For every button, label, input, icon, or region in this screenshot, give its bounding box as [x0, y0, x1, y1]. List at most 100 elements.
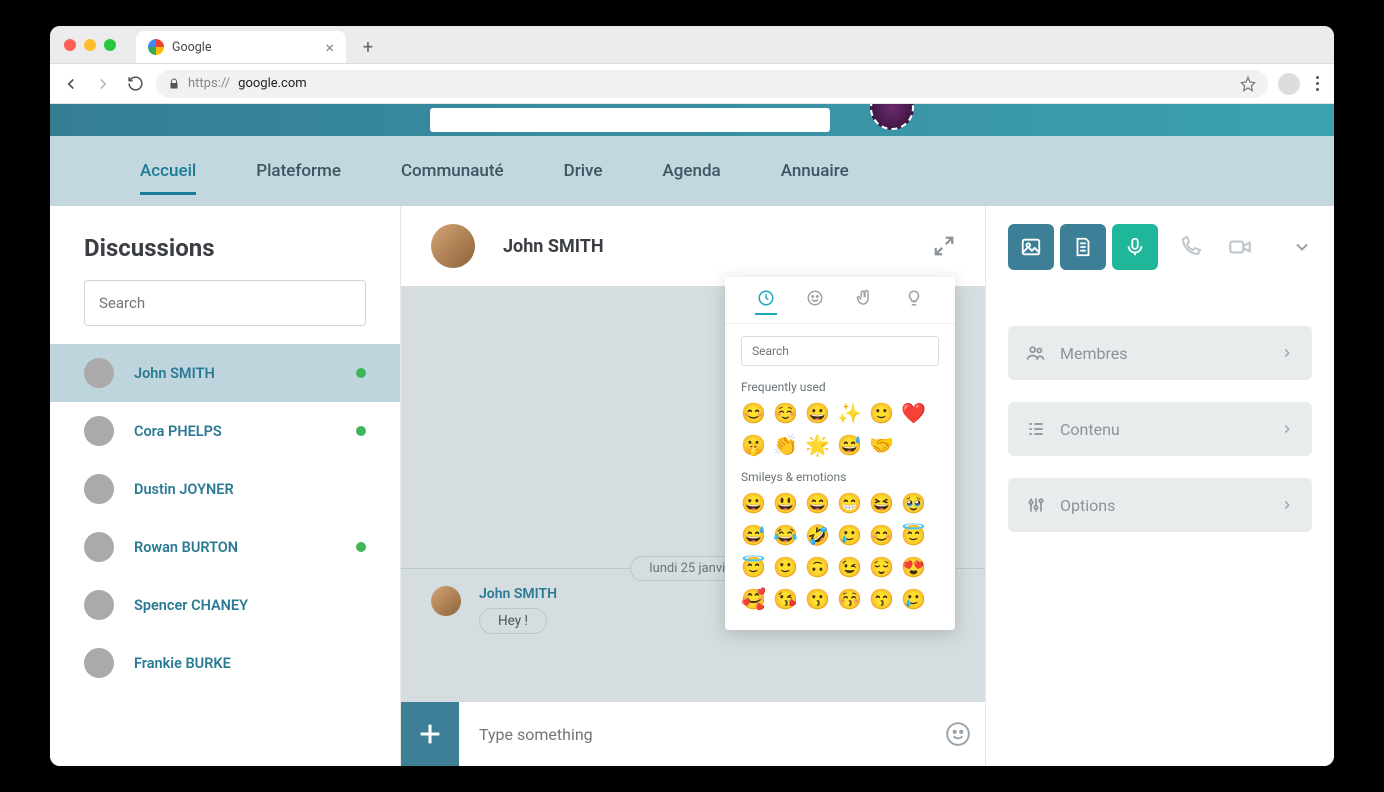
- video-button[interactable]: [1222, 229, 1258, 265]
- maximize-window-button[interactable]: [104, 39, 116, 51]
- emoji-item[interactable]: 🙂: [773, 554, 797, 580]
- chevron-right-icon: [1280, 346, 1294, 360]
- nav-communaute[interactable]: Communauté: [371, 151, 534, 191]
- sidebar-search-input[interactable]: [99, 294, 351, 312]
- profile-avatar[interactable]: [1278, 73, 1300, 95]
- close-tab-button[interactable]: ×: [325, 38, 334, 57]
- chat-header: John SMITH: [401, 206, 985, 286]
- emoji-grid-smileys: 😀 😃 😄 😁 😆 🥹 😅 😂 🤣 🥲 😊 😇 😇 🙂 🙃 😉 😌 😍 🥰 😘 😗 😚 😙 🥲: [725, 488, 955, 618]
- emoji-item[interactable]: 😉: [837, 554, 861, 580]
- nav-annuaire[interactable]: Annuaire: [751, 151, 879, 191]
- status-online-icon: [356, 426, 366, 436]
- emoji-item[interactable]: 😇: [741, 554, 765, 580]
- reload-button[interactable]: [124, 73, 146, 95]
- emoji-item[interactable]: 🙃: [805, 554, 829, 580]
- emoji-item[interactable]: 😗: [805, 586, 829, 612]
- emoji-item[interactable]: ☺️: [773, 400, 797, 426]
- members-icon: [1026, 343, 1046, 363]
- google-favicon: [148, 39, 164, 55]
- contact-row[interactable]: Dustin JOYNER: [50, 460, 400, 518]
- emoji-item[interactable]: 🥹: [901, 490, 925, 516]
- topband-avatar[interactable]: [870, 104, 914, 130]
- panel-members[interactable]: Membres: [1008, 326, 1312, 380]
- panel-options[interactable]: Options: [1008, 478, 1312, 532]
- window-controls: [64, 39, 116, 51]
- emoji-item[interactable]: 😄: [805, 490, 829, 516]
- emoji-item[interactable]: 😅: [741, 522, 765, 548]
- bookmark-star-icon[interactable]: [1240, 76, 1256, 92]
- emoji-tab-smileys[interactable]: [804, 289, 826, 315]
- emoji-item[interactable]: 🌟: [805, 432, 829, 458]
- topband-search[interactable]: [430, 108, 830, 132]
- emoji-item[interactable]: 😊: [741, 400, 765, 426]
- emoji-item[interactable]: 🤫: [741, 432, 765, 458]
- emoji-item[interactable]: 🙂: [869, 400, 893, 426]
- emoji-item[interactable]: 🥰: [741, 586, 765, 612]
- back-button[interactable]: [60, 73, 82, 95]
- emoji-tab-gestures[interactable]: [854, 289, 876, 315]
- emoji-tab-recent[interactable]: [755, 289, 777, 315]
- minimize-window-button[interactable]: [84, 39, 96, 51]
- contact-row[interactable]: Spencer CHANEY: [50, 576, 400, 634]
- forward-button[interactable]: [92, 73, 114, 95]
- avatar: [84, 590, 114, 620]
- panel-content[interactable]: Contenu: [1008, 402, 1312, 456]
- address-bar[interactable]: https://google.com: [156, 70, 1268, 98]
- emoji-item[interactable]: ❤️: [901, 400, 925, 426]
- emoji-item[interactable]: 😁: [837, 490, 861, 516]
- nav-drive[interactable]: Drive: [534, 151, 633, 191]
- contact-row[interactable]: Cora PHELPS: [50, 402, 400, 460]
- emoji-item[interactable]: 😌: [869, 554, 893, 580]
- attach-button[interactable]: [401, 702, 459, 766]
- emoji-item[interactable]: ✨: [837, 400, 861, 426]
- emoji-item[interactable]: 👏: [773, 432, 797, 458]
- sidebar-search[interactable]: [84, 280, 366, 326]
- image-button[interactable]: [1008, 224, 1054, 270]
- emoji-item[interactable]: 😙: [869, 586, 893, 612]
- emoji-item[interactable]: 😀: [805, 400, 829, 426]
- emoji-item[interactable]: 😆: [869, 490, 893, 516]
- close-window-button[interactable]: [64, 39, 76, 51]
- nav-accueil[interactable]: Accueil: [110, 151, 226, 191]
- emoji-item[interactable]: 😇: [901, 522, 925, 548]
- microphone-button[interactable]: [1112, 224, 1158, 270]
- more-dropdown[interactable]: [1292, 237, 1312, 257]
- emoji-item[interactable]: 🥲: [837, 522, 861, 548]
- emoji-tabs: [725, 289, 955, 324]
- emoji-tab-objects[interactable]: [903, 289, 925, 315]
- emoji-item[interactable]: 😚: [837, 586, 861, 612]
- browser-tab[interactable]: Google ×: [136, 31, 346, 63]
- nav-agenda[interactable]: Agenda: [632, 151, 750, 191]
- emoji-search-input[interactable]: [752, 344, 928, 358]
- avatar: [84, 358, 114, 388]
- composer-input[interactable]: [459, 702, 931, 766]
- app-root: Accueil Plateforme Communauté Drive Agen…: [50, 104, 1334, 766]
- status-online-icon: [356, 542, 366, 552]
- emoji-item[interactable]: 🥲: [901, 586, 925, 612]
- emoji-item[interactable]: 🤣: [805, 522, 829, 548]
- emoji-item[interactable]: 😍: [901, 554, 925, 580]
- contact-row[interactable]: Frankie BURKE: [50, 634, 400, 692]
- contact-row[interactable]: Rowan BURTON: [50, 518, 400, 576]
- emoji-item[interactable]: 😅: [837, 432, 861, 458]
- emoji-item[interactable]: 🤝: [869, 432, 893, 458]
- document-button[interactable]: [1060, 224, 1106, 270]
- browser-toolbar: https://google.com: [50, 64, 1334, 104]
- emoji-item[interactable]: 😊: [869, 522, 893, 548]
- emoji-item[interactable]: 😘: [773, 586, 797, 612]
- status-online-icon: [356, 368, 366, 378]
- emoji-item[interactable]: 😀: [741, 490, 765, 516]
- emoji-item[interactable]: 😃: [773, 490, 797, 516]
- main-area: Discussions John SMITH Cora PHELPS Dusti…: [50, 206, 1334, 766]
- emoji-search[interactable]: [741, 336, 939, 366]
- composer: [401, 702, 985, 766]
- call-button[interactable]: [1172, 229, 1208, 265]
- expand-icon[interactable]: [933, 235, 955, 257]
- nav-plateforme[interactable]: Plateforme: [226, 151, 371, 191]
- emoji-item[interactable]: 😂: [773, 522, 797, 548]
- emoji-button[interactable]: [931, 702, 985, 766]
- browser-menu-button[interactable]: [1310, 76, 1324, 91]
- contact-row[interactable]: John SMITH: [50, 344, 400, 402]
- new-tab-button[interactable]: +: [356, 35, 380, 59]
- url: google.com: [238, 76, 307, 91]
